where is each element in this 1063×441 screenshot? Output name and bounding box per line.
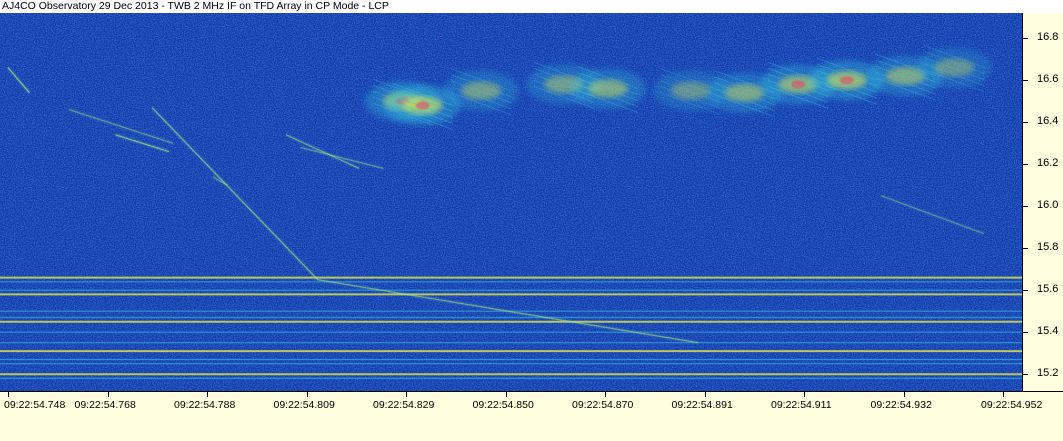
chart-title: AJ4CO Observatory 29 Dec 2013 - TWB 2 MH… xyxy=(2,0,389,12)
x-tick-label: 09:22:54.809 xyxy=(273,399,335,411)
y-tick-label: 16.4 xyxy=(1037,115,1059,128)
x-tick-label: 09:22:54.748 xyxy=(4,399,66,411)
x-axis: 09:22:54.748 09:22:54.768 09:22:54.788 09:2… xyxy=(0,391,1063,441)
spectrogram-plot xyxy=(0,13,1022,391)
y-tick-mark xyxy=(1023,122,1028,124)
x-tick-mark xyxy=(8,392,9,397)
y-tick-mark xyxy=(1023,248,1028,250)
x-tick-label: 09:22:54.829 xyxy=(373,399,435,411)
x-tick-label: 09:22:54.768 xyxy=(74,399,136,411)
y-tick-label: 15.4 xyxy=(1037,325,1059,338)
x-tick-label: 09:22:54.911 xyxy=(771,399,832,411)
x-tick-mark xyxy=(406,392,407,397)
y-tick-label: 16.6 xyxy=(1037,73,1059,86)
y-tick-label: 15.8 xyxy=(1037,241,1059,254)
y-tick-label: 16.2 xyxy=(1037,157,1059,170)
x-tick-mark xyxy=(605,392,606,397)
x-tick-mark xyxy=(903,392,905,397)
x-tick-mark xyxy=(207,392,208,397)
x-tick-label: 09:22:54.788 xyxy=(174,399,236,411)
x-tick-label: 09:22:54.870 xyxy=(572,399,634,411)
x-tick-label: 09:22:54.952 xyxy=(981,399,1043,411)
x-tick-label: 09:22:54.891 xyxy=(671,399,733,411)
x-tick-label: 09:22:54.850 xyxy=(472,399,534,411)
x-tick-label: 09:22:54.932 xyxy=(870,399,932,411)
y-tick-label: 16.8 xyxy=(1037,31,1059,44)
y-tick-mark xyxy=(1023,206,1028,208)
y-tick-mark xyxy=(1023,332,1028,334)
x-tick-mark xyxy=(107,392,109,397)
y-tick-mark xyxy=(1023,374,1028,376)
x-tick-mark xyxy=(505,392,507,397)
y-tick-mark xyxy=(1023,164,1028,166)
x-tick-mark xyxy=(1003,392,1004,397)
y-tick-label: 15.2 xyxy=(1037,367,1059,380)
spectrogram-image xyxy=(0,13,1022,391)
y-axis: 15.2 15.4 15.6 15.8 16.0 16.2 16.4 16.6 16.8 xyxy=(1022,13,1063,391)
y-tick-label: 16.0 xyxy=(1037,199,1059,212)
x-tick-mark xyxy=(804,392,805,397)
x-tick-mark xyxy=(306,392,308,397)
y-tick-mark xyxy=(1023,80,1028,82)
x-tick-mark xyxy=(704,392,706,397)
y-tick-label: 15.6 xyxy=(1037,283,1059,296)
y-tick-mark xyxy=(1023,38,1028,40)
y-tick-mark xyxy=(1023,290,1028,292)
